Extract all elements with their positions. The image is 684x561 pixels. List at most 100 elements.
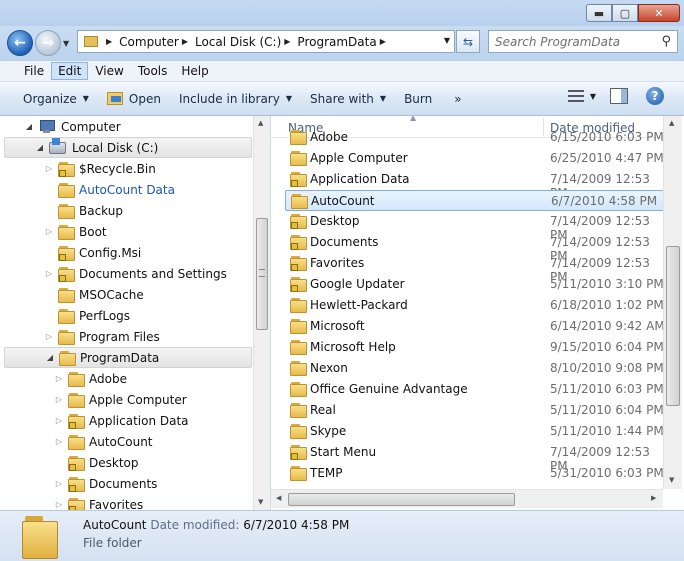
more-commands-button[interactable]: » <box>441 87 470 111</box>
scroll-down-icon[interactable]: ▼ <box>258 498 263 506</box>
expand-icon[interactable]: ▷ <box>54 374 64 383</box>
breadcrumb-programdata[interactable]: ProgramData ▶ <box>297 35 392 49</box>
nav-tree-item[interactable]: ▷ Adobe <box>54 368 127 389</box>
nav-tree-item[interactable]: Config.Msi <box>44 242 141 263</box>
nav-tree-item[interactable]: ▷ Documents and Settings <box>44 263 227 284</box>
breadcrumb-local-disk[interactable]: Local Disk (C:) ▶ <box>195 35 297 49</box>
nav-tree-item[interactable]: Backup <box>44 200 123 221</box>
file-row[interactable]: Microsoft 6/14/2010 9:42 AM <box>285 316 665 337</box>
file-row[interactable]: Real 5/11/2010 6:04 PM <box>285 400 665 421</box>
back-button[interactable]: ← <box>7 30 33 56</box>
file-list-vertical-thumb[interactable] <box>666 246 680 406</box>
file-row[interactable]: Favorites 7/14/2009 12:53 PM <box>285 253 665 284</box>
views-dropdown-icon[interactable]: ▼ <box>590 92 596 101</box>
collapse-icon[interactable]: ◢ <box>24 122 34 131</box>
file-row[interactable]: Nexon 8/10/2010 9:08 PM <box>285 358 665 379</box>
file-list-pane: ▲ Name Date modified Adobe 6/15/2010 6:03… <box>271 116 684 510</box>
scroll-down-icon[interactable]: ▼ <box>669 476 674 484</box>
recent-pages-dropdown[interactable]: ▼ <box>63 39 69 48</box>
file-row[interactable]: Apple Computer 6/25/2010 4:47 PM <box>285 148 665 169</box>
breadcrumb-computer[interactable]: Computer ▶ <box>119 35 195 49</box>
scroll-up-icon[interactable]: ▲ <box>669 119 674 127</box>
file-row[interactable]: Desktop 7/14/2009 12:53 PM <box>285 211 665 242</box>
breadcrumb-arrow-icon[interactable]: ▶ <box>106 37 112 46</box>
nav-tree-item[interactable]: ▷ Program Files <box>44 326 160 347</box>
file-row[interactable]: Google Updater 5/11/2010 3:10 PM <box>285 274 665 295</box>
close-button[interactable]: ✕ <box>638 4 680 22</box>
minimize-button[interactable]: ▬ <box>586 4 612 22</box>
file-row[interactable]: Start Menu 7/14/2009 12:53 PM <box>285 442 665 473</box>
expand-icon[interactable]: ▷ <box>44 227 54 236</box>
nav-tree-item[interactable]: ▷ Apple Computer <box>54 389 187 410</box>
nav-tree-item[interactable]: ◢ Computer <box>24 116 121 137</box>
forward-button[interactable]: → <box>35 30 61 56</box>
file-list-horizontal-thumb[interactable] <box>288 493 515 506</box>
nav-tree-label: Apple Computer <box>89 392 187 407</box>
expand-icon[interactable]: ▷ <box>54 500 64 509</box>
navigation-scroll-thumb[interactable] <box>256 218 268 330</box>
menu-help[interactable]: Help <box>174 62 215 80</box>
menu-tools[interactable]: Tools <box>131 62 175 80</box>
details-pane: AutoCount Date modified: 6/7/2010 4:58 P… <box>0 510 684 561</box>
nav-tree-item[interactable]: ▷ AutoCount <box>54 431 153 452</box>
expand-icon[interactable]: ▷ <box>54 479 64 488</box>
nav-tree-item[interactable]: ▷ Application Data <box>54 410 189 431</box>
include-in-library-button[interactable]: Include in library ▼ <box>170 87 301 111</box>
expand-icon[interactable]: ▷ <box>44 269 54 278</box>
file-row[interactable]: Documents 7/14/2009 12:53 PM <box>285 232 665 263</box>
share-with-button[interactable]: Share with ▼ <box>301 87 395 111</box>
menu-view[interactable]: View <box>88 62 130 80</box>
nav-tree-item[interactable]: ◢ ProgramData <box>4 347 252 368</box>
organize-button[interactable]: Organize ▼ <box>14 87 98 111</box>
collapse-icon[interactable]: ◢ <box>35 143 45 152</box>
breadcrumb-arrow-icon[interactable]: ▶ <box>182 37 188 46</box>
maximize-button[interactable]: ▢ <box>612 4 638 22</box>
nav-tree-item[interactable]: ▷ Documents <box>54 473 157 494</box>
file-row[interactable]: TEMP 5/31/2010 6:03 PM <box>285 463 665 484</box>
nav-tree-item[interactable]: ◢ Local Disk (C:) <box>4 137 252 158</box>
scroll-left-icon[interactable]: ◀ <box>276 494 281 502</box>
expand-icon[interactable]: ▷ <box>44 164 54 173</box>
file-row[interactable]: Microsoft Help 9/15/2010 6:04 PM <box>285 337 665 358</box>
file-list-vertical-scrollbar[interactable]: ▲ ▼ <box>663 116 682 489</box>
file-row[interactable]: Office Genuine Advantage 5/11/2010 6:03 P… <box>285 379 665 400</box>
change-view-icon[interactable] <box>567 90 584 102</box>
nav-tree-item[interactable]: AutoCount Data <box>44 179 175 200</box>
lock-icon <box>59 274 66 282</box>
file-row[interactable]: Application Data7/14/2009 12:53 PM <box>285 169 665 200</box>
search-input[interactable] <box>495 34 655 49</box>
search-icon[interactable]: ⚲ <box>661 34 671 49</box>
breadcrumb-arrow-icon[interactable]: ▶ <box>380 37 386 46</box>
breadcrumb-arrow-icon[interactable]: ▶ <box>284 37 290 46</box>
address-dropdown-icon[interactable]: ▼ <box>444 36 450 45</box>
nav-tree-item[interactable]: ▷ Boot <box>44 221 107 242</box>
open-button[interactable]: Open <box>98 87 170 111</box>
file-row[interactable]: Adobe 6/15/2010 6:03 PM <box>285 127 665 148</box>
nav-tree-item[interactable]: MSOCache <box>44 284 144 305</box>
search-box[interactable]: ⚲ <box>488 30 678 53</box>
nav-tree-item[interactable]: PerfLogs <box>44 305 130 326</box>
nav-tree-item[interactable]: ▷ $Recycle.Bin <box>44 158 156 179</box>
file-list-horizontal-scrollbar[interactable]: ◀ ▶ <box>271 489 663 508</box>
file-row[interactable]: Hewlett-Packard 6/18/2010 1:02 PM <box>285 295 665 316</box>
file-row[interactable]: Skype 5/11/2010 1:44 PM <box>285 421 665 442</box>
burn-button[interactable]: Burn <box>395 87 441 111</box>
file-row[interactable]: AutoCount 6/7/2010 4:58 PM <box>285 190 665 211</box>
expand-icon[interactable]: ▷ <box>54 416 64 425</box>
scroll-up-icon[interactable]: ▲ <box>258 119 263 127</box>
expand-icon[interactable]: ▷ <box>54 395 64 404</box>
help-icon[interactable]: ? <box>646 87 664 105</box>
menu-file[interactable]: File <box>17 62 51 80</box>
collapse-icon[interactable]: ◢ <box>45 353 55 362</box>
nav-tree-item[interactable]: ▷ Favorites <box>54 494 143 510</box>
menu-edit[interactable]: Edit <box>51 62 89 80</box>
folder-icon <box>290 466 307 481</box>
address-bar[interactable]: ▶ Computer ▶ Local Disk (C:) ▶ ProgramData… <box>77 30 455 53</box>
preview-pane-icon[interactable] <box>610 88 628 104</box>
expand-icon[interactable]: ▷ <box>44 332 54 341</box>
nav-tree-item[interactable]: Desktop <box>54 452 139 473</box>
scroll-right-icon[interactable]: ▶ <box>651 494 656 502</box>
navigation-scrollbar[interactable]: ▲ ▼ <box>253 116 270 510</box>
expand-icon[interactable]: ▷ <box>54 437 64 446</box>
refresh-button[interactable]: ⇆ <box>456 30 480 53</box>
